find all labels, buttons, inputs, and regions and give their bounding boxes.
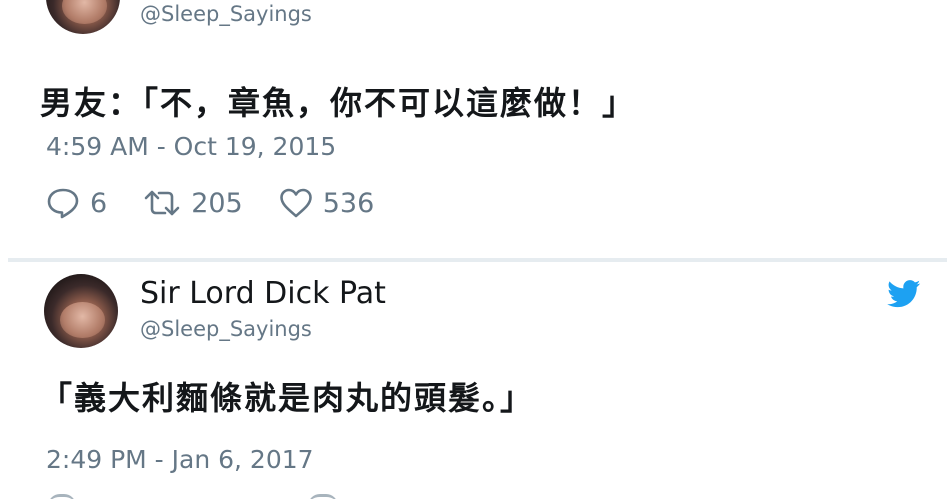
tweet-actions: 6 205 536	[46, 186, 410, 220]
tweet-timestamp[interactable]: 2:49 PM - Jan 6, 2017	[46, 445, 314, 474]
tweet-timestamp[interactable]: 4:59 AM - Oct 19, 2015	[46, 132, 336, 161]
avatar[interactable]	[44, 274, 118, 348]
user-handle[interactable]: @Sleep_Sayings	[140, 2, 312, 26]
reply-icon[interactable]	[48, 494, 76, 499]
user-handle[interactable]: @Sleep_Sayings	[140, 317, 312, 341]
tweet-card-2: Sir Lord Dick Pat @Sleep_Sayings 「義大利麵條就…	[0, 262, 947, 499]
tweet-text: 男友：「不，章魚，你不可以這麼做！」	[40, 84, 637, 122]
like-icon	[279, 188, 312, 218]
retweet-icon	[144, 190, 180, 216]
avatar[interactable]	[46, 0, 120, 34]
tweet-actions-cropped	[46, 494, 366, 499]
like-icon[interactable]	[308, 494, 338, 499]
like-count: 536	[322, 187, 375, 219]
twitter-bird-icon[interactable]	[887, 280, 921, 308]
tweet-screenshot: @Sleep_Sayings 男友：「不，章魚，你不可以這麼做！」 4:59 A…	[0, 0, 947, 499]
reply-count: 6	[90, 187, 108, 219]
user-display-name[interactable]: Sir Lord Dick Pat	[140, 276, 386, 311]
tweet-card-1: @Sleep_Sayings 男友：「不，章魚，你不可以這麼做！」 4:59 A…	[0, 0, 947, 258]
reply-button[interactable]: 6	[46, 187, 107, 219]
retweet-button[interactable]: 205	[143, 188, 243, 219]
like-button[interactable]: 536	[279, 187, 375, 219]
reply-icon	[47, 188, 79, 219]
tweet-text: 「義大利麵條就是肉丸的頭髮。」	[40, 379, 535, 417]
retweet-count: 205	[191, 187, 243, 219]
